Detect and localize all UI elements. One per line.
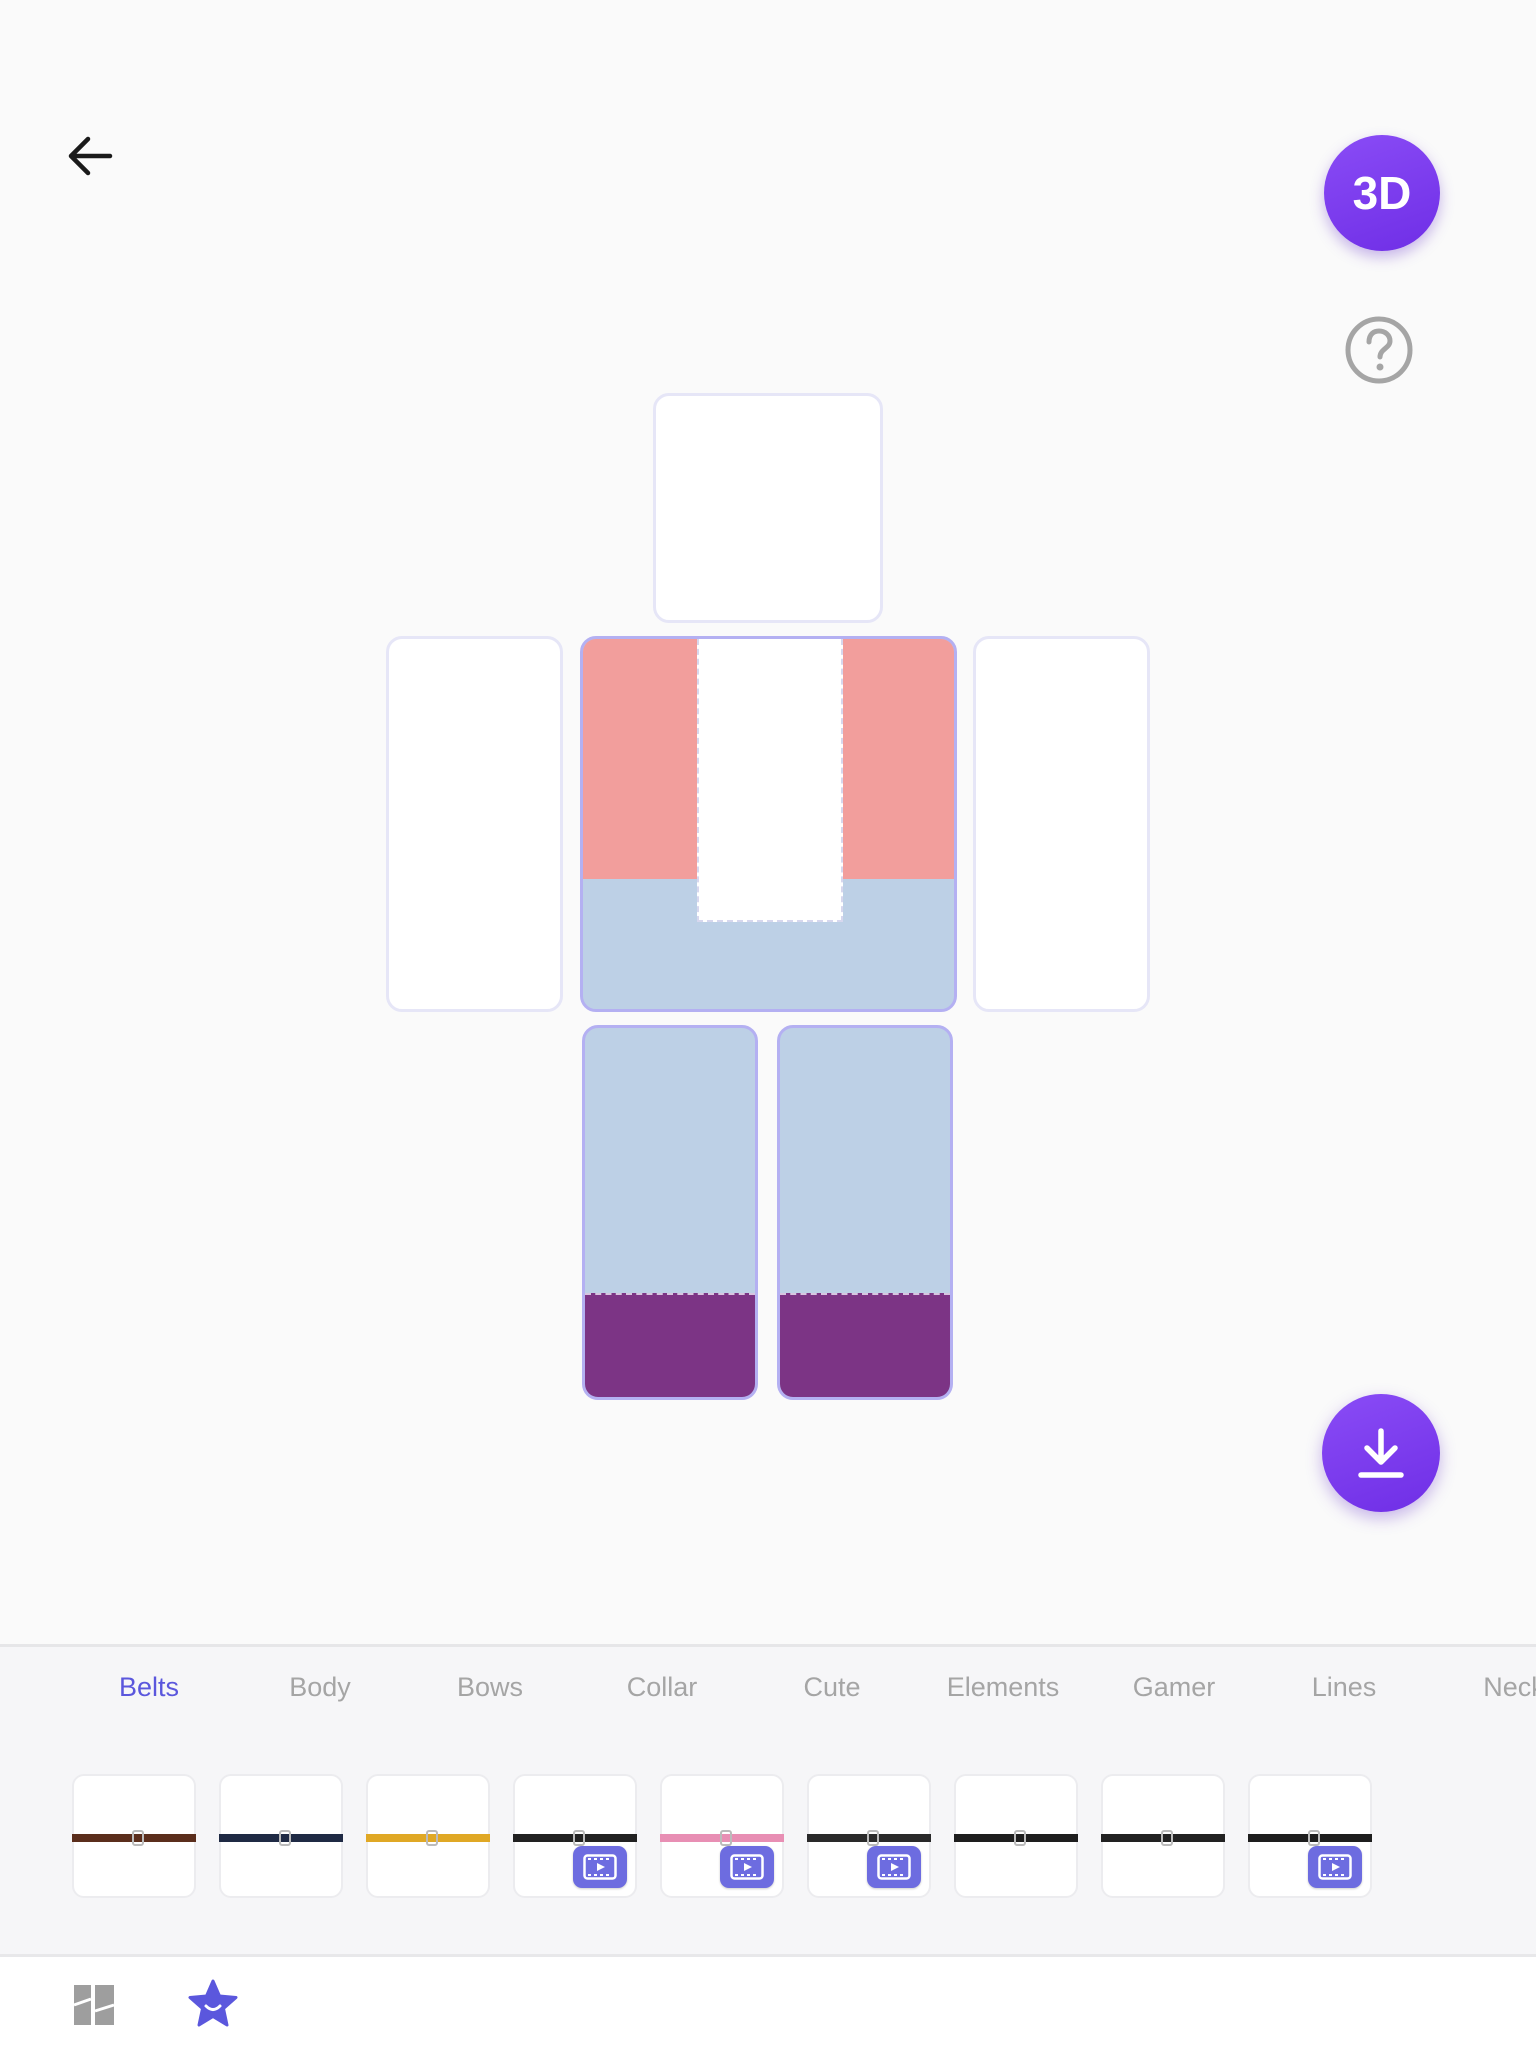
tab-cute[interactable]: Cute bbox=[747, 1672, 917, 1703]
star-face-icon bbox=[188, 1979, 238, 2027]
belt-item-pink-heart-belt[interactable] bbox=[660, 1774, 784, 1898]
belt-buckle bbox=[720, 1830, 732, 1846]
belt-buckle bbox=[132, 1830, 144, 1846]
view-3d-button[interactable]: 3D bbox=[1324, 135, 1440, 251]
tab-neck[interactable]: Neck bbox=[1429, 1672, 1536, 1703]
arrow-left-icon bbox=[68, 136, 113, 176]
tab-gamer[interactable]: Gamer bbox=[1089, 1672, 1259, 1703]
nav-templates[interactable] bbox=[66, 1977, 122, 2033]
head-part[interactable] bbox=[653, 393, 883, 623]
video-reward-icon bbox=[720, 1846, 774, 1888]
belt-item-navy-belt[interactable] bbox=[219, 1774, 343, 1898]
torso-shirt-center bbox=[697, 639, 843, 922]
tab-belts[interactable]: Belts bbox=[64, 1672, 234, 1703]
category-tabs: Belts Body Bows Collar Cute Elements Gam… bbox=[0, 1672, 1536, 1724]
templates-icon bbox=[73, 1985, 115, 2025]
belt-item-black-simple-belt[interactable] bbox=[807, 1774, 931, 1898]
belt-item-brown-belt[interactable] bbox=[72, 1774, 196, 1898]
nav-favorites[interactable] bbox=[185, 1977, 241, 2033]
tab-collar[interactable]: Collar bbox=[577, 1672, 747, 1703]
download-button[interactable] bbox=[1322, 1394, 1440, 1512]
right-shoe bbox=[780, 1293, 950, 1397]
belt-buckle bbox=[1014, 1830, 1026, 1846]
right-arm-part[interactable] bbox=[973, 636, 1150, 1012]
tab-body[interactable]: Body bbox=[235, 1672, 405, 1703]
tab-lines[interactable]: Lines bbox=[1259, 1672, 1429, 1703]
belt-buckle bbox=[867, 1830, 879, 1846]
back-button[interactable] bbox=[56, 122, 124, 190]
belt-item-yellow-belt[interactable] bbox=[366, 1774, 490, 1898]
view-3d-label: 3D bbox=[1352, 167, 1412, 219]
belt-buckle bbox=[279, 1830, 291, 1846]
belt-buckle bbox=[1308, 1830, 1320, 1846]
video-reward-icon bbox=[573, 1846, 627, 1888]
left-leg-part[interactable] bbox=[582, 1025, 758, 1400]
download-icon bbox=[1358, 1428, 1404, 1478]
question-circle-icon bbox=[1345, 316, 1413, 384]
belt-item-black-skull-belt[interactable] bbox=[513, 1774, 637, 1898]
belt-item-black-double-buckle-belt[interactable] bbox=[954, 1774, 1078, 1898]
torso-shirt-right bbox=[840, 639, 954, 879]
video-reward-icon bbox=[1308, 1846, 1362, 1888]
tab-bows[interactable]: Bows bbox=[405, 1672, 575, 1703]
torso-shirt-left bbox=[583, 639, 697, 879]
belt-buckle bbox=[1161, 1830, 1173, 1846]
belt-buckle bbox=[573, 1830, 585, 1846]
torso-part[interactable] bbox=[580, 636, 957, 1012]
bottom-nav bbox=[0, 1954, 1536, 2048]
belt-item-black-heart-belt[interactable] bbox=[1101, 1774, 1225, 1898]
tab-elements[interactable]: Elements bbox=[918, 1672, 1088, 1703]
belt-item-black-bow-belt[interactable] bbox=[1248, 1774, 1372, 1898]
belt-buckle bbox=[426, 1830, 438, 1846]
right-leg-part[interactable] bbox=[777, 1025, 953, 1400]
video-reward-icon bbox=[867, 1846, 921, 1888]
item-grid bbox=[0, 1774, 1536, 1900]
help-button[interactable] bbox=[1344, 315, 1414, 385]
left-shoe bbox=[585, 1293, 755, 1397]
left-arm-part[interactable] bbox=[386, 636, 563, 1012]
